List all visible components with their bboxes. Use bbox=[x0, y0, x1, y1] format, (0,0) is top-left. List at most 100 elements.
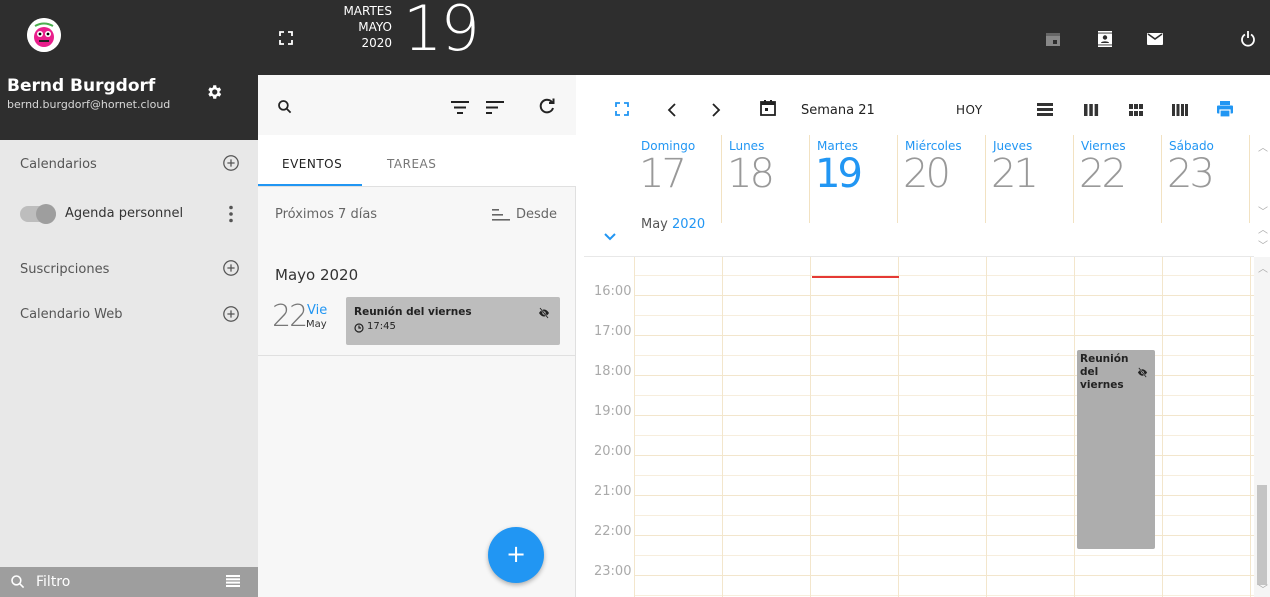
user-name: Bernd Burgdorf bbox=[7, 76, 156, 96]
filter-icon[interactable] bbox=[451, 101, 469, 114]
calendar-event[interactable]: Reunión del viernes bbox=[1077, 350, 1155, 549]
event-month: May bbox=[306, 319, 327, 330]
add-subscription-icon[interactable] bbox=[222, 259, 240, 277]
day-header[interactable]: Martes 19 bbox=[810, 135, 898, 223]
grid-hour-line bbox=[634, 415, 1254, 416]
week-view-icon[interactable] bbox=[1082, 101, 1100, 119]
grid-scrollbar[interactable]: ︿ ﹀ bbox=[1254, 257, 1270, 597]
eye-off-icon bbox=[539, 307, 549, 319]
refresh-icon[interactable] bbox=[538, 97, 556, 115]
search-icon[interactable] bbox=[277, 99, 293, 115]
chevron-down-icon[interactable] bbox=[604, 233, 616, 241]
power-icon[interactable] bbox=[1239, 30, 1257, 48]
scroll-up-icon[interactable]: ︿ bbox=[1258, 260, 1268, 275]
clock-icon bbox=[354, 323, 364, 333]
more-icon[interactable] bbox=[229, 205, 233, 223]
grid-hour-line bbox=[634, 375, 1254, 376]
day-header[interactable]: Domingo 17 bbox=[634, 135, 722, 223]
add-event-button[interactable]: + bbox=[488, 527, 544, 583]
grid-column-line bbox=[810, 257, 811, 597]
scroll-down-icon[interactable]: ﹀ bbox=[1258, 203, 1268, 218]
agenda-label[interactable]: Agenda personnel bbox=[65, 206, 183, 221]
month-heading: Mayo 2020 bbox=[275, 266, 359, 284]
current-time-indicator bbox=[812, 276, 899, 278]
grid-column-line bbox=[898, 257, 899, 597]
scroll-up-icon[interactable]: ︿ bbox=[1258, 139, 1268, 154]
time-grid[interactable]: Reunión del viernes 16:00 17:00 18:00 19:00… bbox=[584, 257, 1254, 597]
scroll-thumb[interactable] bbox=[1257, 485, 1267, 585]
month-view-icon[interactable] bbox=[1127, 101, 1145, 119]
day-header[interactable]: Viernes 22 bbox=[1074, 135, 1162, 223]
month-year-label: May 2020 bbox=[641, 217, 705, 232]
chevron-right-icon[interactable] bbox=[710, 101, 722, 119]
filter-input[interactable]: Filtro bbox=[36, 574, 70, 590]
hour-label: 20:00 bbox=[594, 444, 632, 459]
grid-column-line bbox=[634, 257, 635, 597]
print-icon[interactable] bbox=[1216, 100, 1234, 118]
scroll-down-icon[interactable]: ﹀ bbox=[1258, 581, 1268, 596]
search-icon bbox=[11, 575, 25, 589]
add-calendar-icon[interactable] bbox=[222, 154, 240, 172]
event-card[interactable]: Reunión del viernes 17:45 bbox=[346, 297, 560, 345]
scroll-up-icon[interactable]: ︿ bbox=[1258, 221, 1268, 236]
grid-hour-line bbox=[634, 335, 1254, 336]
toggle-knob bbox=[36, 204, 56, 224]
grid-halfhour-line bbox=[634, 275, 1254, 276]
hour-label: 17:00 bbox=[594, 324, 632, 339]
calendar-app-icon[interactable] bbox=[1044, 30, 1062, 48]
multicolumn-view-icon[interactable] bbox=[1171, 101, 1189, 119]
list-icon[interactable] bbox=[226, 575, 240, 587]
agenda-toggle[interactable] bbox=[20, 204, 56, 224]
tab-tareas[interactable]: TAREAS bbox=[387, 157, 436, 171]
today-button[interactable]: HOY bbox=[956, 103, 983, 117]
header-scrollbar[interactable]: ︿ ﹀ ︿ ﹀ bbox=[1254, 135, 1270, 257]
filter-bar[interactable]: Filtro bbox=[0, 567, 258, 597]
avatar[interactable] bbox=[27, 18, 61, 52]
calendar-icon[interactable] bbox=[759, 99, 777, 117]
grid-column-line bbox=[1074, 257, 1075, 597]
tab-eventos[interactable]: EVENTOS bbox=[282, 157, 342, 171]
grid-hour-line bbox=[634, 295, 1254, 296]
grid-halfhour-line bbox=[634, 515, 1254, 516]
hour-label: 21:00 bbox=[594, 484, 632, 499]
grid-hour-line bbox=[634, 575, 1254, 576]
events-toolbar bbox=[258, 75, 576, 135]
day-header[interactable]: Lunes 18 bbox=[722, 135, 810, 223]
top-bar: MARTES MAYO 2020 19 bbox=[258, 0, 1270, 75]
day-date: 19 bbox=[815, 151, 863, 197]
subscriptions-label: Suscripciones bbox=[20, 262, 110, 277]
grid-column-line bbox=[986, 257, 987, 597]
events-panel: EVENTOS TAREAS Próximos 7 días Desde May… bbox=[258, 75, 576, 597]
mail-icon[interactable] bbox=[1146, 30, 1164, 48]
month-short: May bbox=[641, 217, 668, 232]
year-label: 2020 bbox=[672, 217, 706, 232]
day-header[interactable]: Jueves 21 bbox=[986, 135, 1074, 223]
grid-halfhour-line bbox=[634, 475, 1254, 476]
header-weekday: MARTES bbox=[343, 4, 392, 18]
sort-label[interactable]: Desde bbox=[516, 207, 557, 222]
gear-icon[interactable] bbox=[205, 83, 223, 101]
contacts-icon[interactable] bbox=[1096, 30, 1114, 48]
hour-label: 18:00 bbox=[594, 364, 632, 379]
week-label: Semana 21 bbox=[801, 103, 875, 118]
eye-off-icon bbox=[1137, 367, 1148, 378]
hour-label: 16:00 bbox=[594, 284, 632, 299]
fullscreen-icon[interactable] bbox=[278, 30, 294, 46]
hour-label: 22:00 bbox=[594, 524, 632, 539]
chevron-left-icon[interactable] bbox=[666, 101, 678, 119]
scroll-down-icon[interactable]: ﹀ bbox=[1258, 237, 1268, 252]
grid-halfhour-line bbox=[634, 395, 1254, 396]
day-date: 18 bbox=[727, 151, 775, 197]
day-view-icon[interactable] bbox=[1036, 101, 1054, 119]
sort-desc-icon[interactable] bbox=[492, 209, 510, 221]
day-header[interactable]: Miércoles 20 bbox=[898, 135, 986, 223]
day-date: 21 bbox=[991, 151, 1039, 197]
grid-hour-line bbox=[634, 495, 1254, 496]
add-webcal-icon[interactable] bbox=[222, 305, 240, 323]
sort-icon[interactable] bbox=[486, 101, 504, 114]
grid-hour-line bbox=[634, 535, 1254, 536]
day-date: 23 bbox=[1167, 151, 1215, 197]
event-time: 17:45 bbox=[367, 321, 396, 332]
day-header[interactable]: Sábado 23 bbox=[1162, 135, 1250, 223]
fullscreen-icon[interactable] bbox=[614, 101, 630, 117]
